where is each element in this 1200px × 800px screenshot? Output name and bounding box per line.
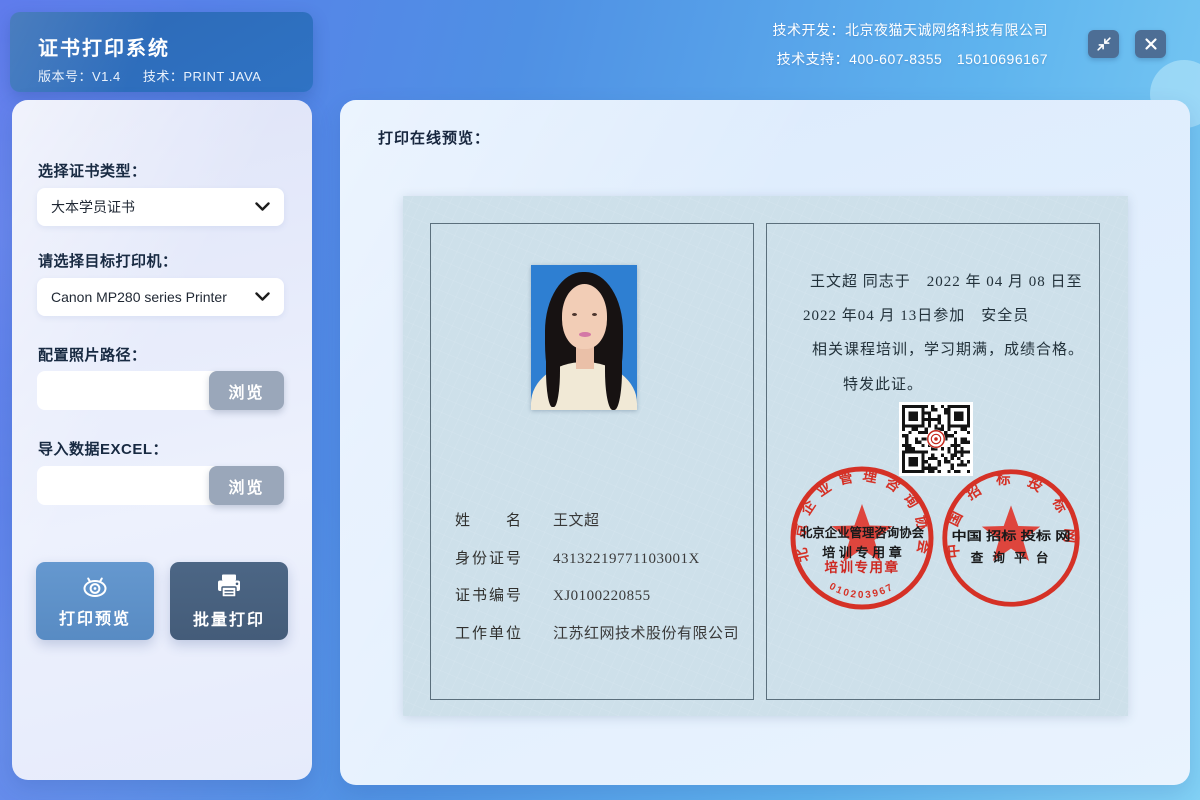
printer-label: 请选择目标打印机：	[38, 250, 178, 271]
cert-body-line: 特发此证。	[843, 373, 923, 394]
cert-field-row: 工作单位 江苏红网技术股份有限公司	[455, 622, 739, 643]
preview-title: 打印在线预览：	[378, 127, 490, 148]
close-icon	[1144, 37, 1158, 51]
cert-type-select[interactable]: 大本学员证书	[37, 188, 284, 226]
field-label: 姓 名	[455, 509, 531, 530]
stamp-org-text: 北京企业管理咨询协会	[800, 525, 924, 540]
tech-label: 技术：PRINT JAVA	[143, 69, 261, 84]
cert-body-line: 相关课程培训，学习期满，成绩合格。	[812, 338, 1084, 359]
excel-label: 导入数据EXCEL：	[38, 438, 168, 459]
photo-browse-button[interactable]: 浏览	[209, 371, 284, 410]
batch-print-button[interactable]: 批量打印	[170, 562, 288, 640]
photo-eye	[592, 313, 597, 316]
chevron-down-icon	[255, 292, 270, 302]
dev-line: 技术开发：北京夜猫天诚网络科技有限公司	[773, 16, 1049, 45]
version-label: 版本号：V1.4	[38, 69, 121, 84]
cert-field-row: 身份证号 43132219771103001X	[455, 547, 700, 568]
support-info: 技术开发：北京夜猫天诚网络科技有限公司 技术支持：400-607-8355 15…	[773, 16, 1049, 74]
stamp-org-text: 中国 招标 投标 网	[951, 528, 1070, 543]
field-value: 江苏红网技术股份有限公司	[553, 626, 739, 642]
app-version-line: 版本号：V1.4 技术：PRINT JAVA	[38, 66, 261, 85]
photo-path-row: 浏览	[37, 371, 284, 410]
main-panel: 打印在线预览： 姓 名王文超 身	[340, 100, 1190, 785]
photo-path-input[interactable]	[37, 371, 221, 410]
chevron-down-icon	[255, 202, 270, 212]
stamp-bidding-seal: 中国招标投标网 中国 招标 投标 网 查 询 平 台	[939, 466, 1083, 610]
certificate-preview: 姓 名 王文超 身份证号 43132219771103001X 证书编号 XJ0100…	[403, 196, 1128, 716]
photo-hair-strand	[605, 323, 622, 410]
photo-eye	[572, 313, 577, 316]
minimize-button[interactable]	[1088, 30, 1119, 58]
compress-icon	[1095, 35, 1113, 53]
field-label: 身份证号	[455, 547, 531, 568]
app-window: 证书打印系统 版本号：V1.4 技术：PRINT JAVA 技术开发：北京夜猫天…	[0, 0, 1200, 800]
field-label: 证书编号	[455, 584, 531, 605]
app-header-card: 证书打印系统 版本号：V1.4 技术：PRINT JAVA	[10, 12, 313, 92]
eye-icon	[80, 574, 110, 598]
cert-body-line: 2022 年04 月 13日参加 安全员	[803, 304, 1029, 325]
batch-print-label: 批量打印	[193, 606, 265, 630]
field-value: 王文超	[553, 513, 600, 529]
cert-type-label: 选择证书类型：	[38, 160, 147, 181]
photo-lips	[579, 332, 591, 337]
cert-body-line: 王文超 同志于 2022 年 04 月 08 日至	[810, 270, 1083, 291]
page-title: 证书打印系统	[38, 32, 170, 61]
field-value: XJ0100220855	[553, 588, 651, 604]
printer-select[interactable]: Canon MP280 series Printer	[37, 278, 284, 316]
printer-value: Canon MP280 series Printer	[51, 289, 255, 305]
cert-field-row: 证书编号 XJ0100220855	[455, 584, 651, 605]
excel-browse-button[interactable]: 浏览	[209, 466, 284, 505]
close-button[interactable]	[1135, 30, 1166, 58]
excel-row: 浏览	[37, 466, 284, 505]
id-photo	[531, 265, 637, 410]
field-value: 43132219771103001X	[553, 551, 700, 567]
print-preview-label: 打印预览	[59, 605, 131, 629]
photo-path-label: 配置照片路径：	[38, 344, 147, 365]
cert-field-row: 姓 名 王文超	[455, 509, 600, 530]
excel-input[interactable]	[37, 466, 221, 505]
stamp-seal-red-text: 培训专用章	[825, 559, 900, 575]
photo-hair-strand	[546, 326, 560, 407]
print-preview-button[interactable]: 打印预览	[36, 562, 154, 640]
field-label: 工作单位	[455, 622, 531, 643]
cert-type-value: 大本学员证书	[51, 197, 255, 217]
support-line: 技术支持：400-607-8355 15010696167	[773, 45, 1049, 74]
stamp-seal-text: 培 训 专 用 章	[822, 545, 901, 560]
sidebar: 选择证书类型： 大本学员证书 请选择目标打印机： Canon MP280 ser…	[12, 100, 312, 780]
stamp-training-seal: 北京企业管理咨询协会 北京企业管理咨询协会 培 训 专 用 章 培训专用章 11…	[787, 463, 937, 613]
printer-icon	[215, 573, 243, 599]
photo-face	[562, 284, 608, 349]
stamp-seal-text: 查 询 平 台	[970, 550, 1051, 565]
